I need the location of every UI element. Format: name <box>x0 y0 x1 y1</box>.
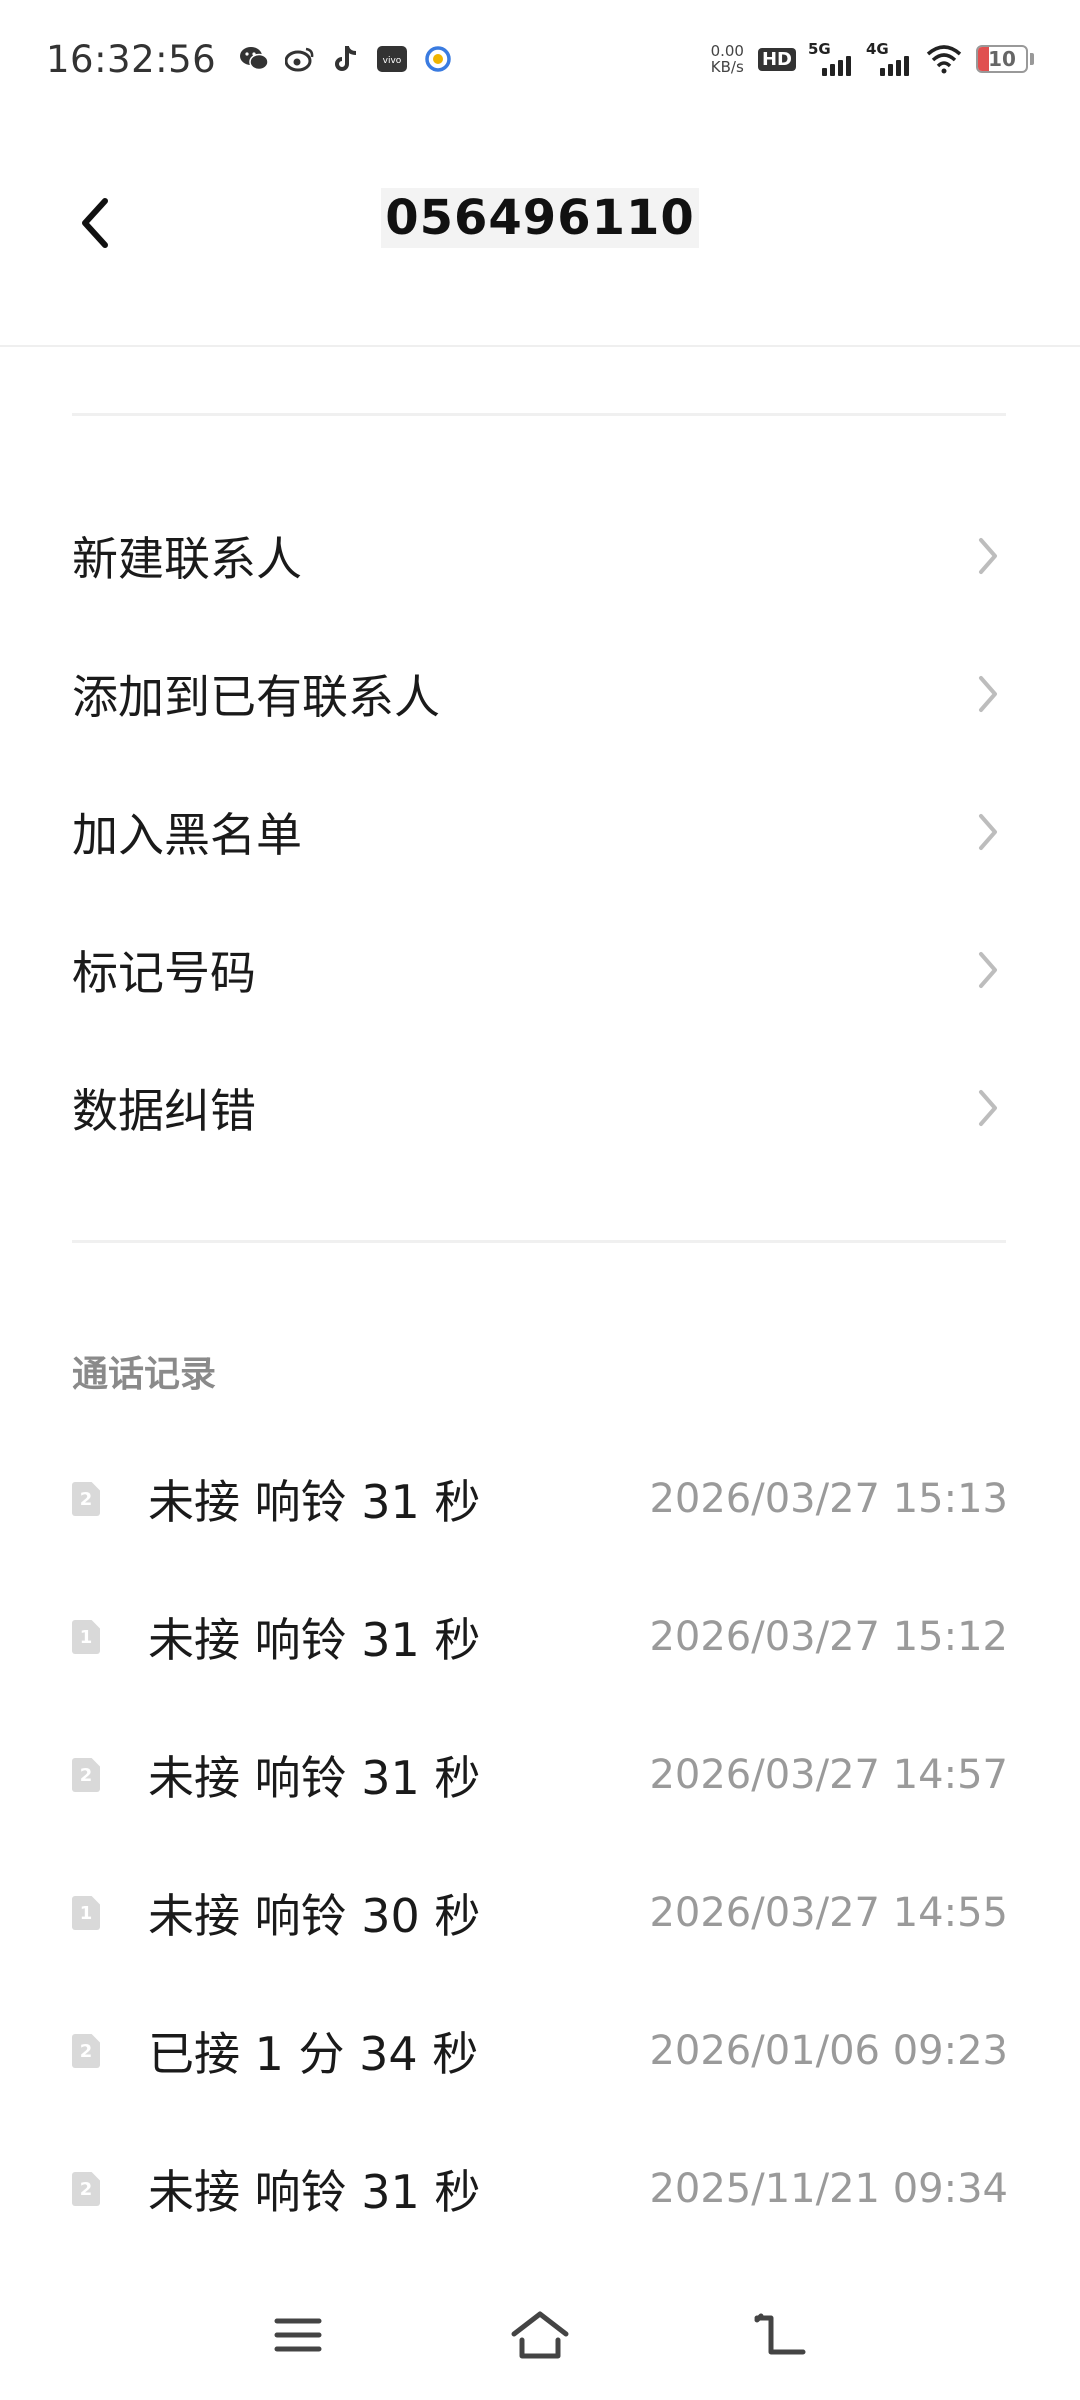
tiktok-icon <box>330 43 362 75</box>
menu-item-blacklist[interactable]: 加入黑名单 <box>0 763 1080 901</box>
header-divider <box>0 345 1080 347</box>
sim-slot: 2 <box>79 1488 93 1510</box>
call-time: 2026/01/06 09:23 <box>649 2028 1008 2074</box>
chevron-right-icon <box>968 812 1008 852</box>
status-time: 16:32:56 <box>46 37 217 81</box>
menu-item-new-contact[interactable]: 新建联系人 <box>0 487 1080 625</box>
chevron-right-icon <box>968 536 1008 576</box>
call-description: 已接 1 分 34 秒 <box>148 2027 479 2081</box>
battery-tip <box>1030 53 1034 65</box>
menu-item-add-to-existing[interactable]: 添加到已有联系人 <box>0 625 1080 763</box>
sim-slot: 1 <box>79 1626 93 1648</box>
hd-voice-badge: HD <box>757 47 796 71</box>
sim1-network-label: 5G <box>808 40 831 58</box>
call-time: 2026/03/27 15:12 <box>649 1614 1008 1660</box>
sim-card-icon: 2 <box>72 1482 100 1516</box>
sim-slot: 2 <box>79 2178 93 2200</box>
sim-card-icon: 1 <box>72 1896 100 1930</box>
menu-divider <box>72 1240 1006 1243</box>
menu-item-label: 添加到已有联系人 <box>72 670 440 724</box>
call-time: 2025/11/21 09:34 <box>649 2166 1008 2212</box>
header: 056496110 <box>0 118 1080 346</box>
call-log-row[interactable]: 1 未接 响铃 31 秒 2026/03/27 15:12 <box>0 1568 1080 1706</box>
vivo-icon: vivo <box>376 43 408 75</box>
call-log-list: 2 未接 响铃 31 秒 2026/03/27 15:13 1 未接 响铃 31… <box>0 1430 1080 2258</box>
system-icons: 0.00 KB/s HD 5G 4G 10 <box>711 40 1034 76</box>
status-bar: 16:32:56 vivo 0.00 KB/s HD 5G 4G 10 <box>0 0 1080 118</box>
menu-button[interactable] <box>258 2295 338 2375</box>
chevron-right-icon <box>968 1088 1008 1128</box>
call-description: 未接 响铃 31 秒 <box>148 2165 481 2219</box>
sim2-network-label: 4G <box>866 40 889 58</box>
menu-item-label: 新建联系人 <box>72 532 302 586</box>
call-description: 未接 响铃 30 秒 <box>148 1889 481 1943</box>
menu-item-label: 数据纠错 <box>72 1084 256 1138</box>
menu-item-data-correction[interactable]: 数据纠错 <box>0 1039 1080 1177</box>
menu-icon <box>274 2318 322 2352</box>
top-divider <box>72 413 1006 416</box>
menu-item-label: 加入黑名单 <box>72 808 302 862</box>
sim-card-icon: 2 <box>72 2172 100 2206</box>
chevron-right-icon <box>968 950 1008 990</box>
notification-icons: vivo <box>238 43 454 75</box>
back-nav-button[interactable] <box>740 2295 820 2375</box>
sim-slot: 2 <box>79 2040 93 2062</box>
call-log-row[interactable]: 1 未接 响铃 30 秒 2026/03/27 14:55 <box>0 1844 1080 1982</box>
chevron-right-icon <box>968 674 1008 714</box>
svg-text:vivo: vivo <box>383 56 402 66</box>
net-speed-unit: KB/s <box>710 58 744 76</box>
page-title: 056496110 <box>0 188 1080 248</box>
weibo-icon <box>284 43 316 75</box>
menu-item-label: 标记号码 <box>72 946 256 1000</box>
call-description: 未接 响铃 31 秒 <box>148 1613 481 1667</box>
call-description: 未接 响铃 31 秒 <box>148 1751 481 1805</box>
phone-number: 056496110 <box>381 188 699 248</box>
call-log-row[interactable]: 2 未接 响铃 31 秒 2026/03/27 14:57 <box>0 1706 1080 1844</box>
sim-card-icon: 2 <box>72 2034 100 2068</box>
home-icon <box>511 2311 569 2359</box>
wechat-icon <box>238 43 270 75</box>
sim1-signal-icon: 5G <box>808 40 854 76</box>
net-speed: 0.00 KB/s <box>711 43 744 75</box>
call-time: 2026/03/27 15:13 <box>649 1476 1008 1522</box>
sim2-signal-icon: 4G <box>866 40 912 76</box>
sim-card-icon: 2 <box>72 1758 100 1792</box>
browser-icon <box>422 43 454 75</box>
navigation-bar <box>0 2270 1080 2400</box>
battery-icon: 10 <box>976 45 1028 73</box>
call-time: 2026/03/27 14:57 <box>649 1752 1008 1798</box>
call-log-row[interactable]: 2 未接 响铃 31 秒 2025/11/21 09:34 <box>0 2120 1080 2258</box>
sim-slot: 1 <box>79 1902 93 1924</box>
call-time: 2026/03/27 14:55 <box>649 1890 1008 1936</box>
battery-level: 10 <box>988 47 1016 71</box>
call-description: 未接 响铃 31 秒 <box>148 1475 481 1529</box>
call-log-row[interactable]: 2 未接 响铃 31 秒 2026/03/27 15:13 <box>0 1430 1080 1568</box>
call-log-row[interactable]: 2 已接 1 分 34 秒 2026/01/06 09:23 <box>0 1982 1080 2120</box>
action-menu: 新建联系人 添加到已有联系人 加入黑名单 标记号码 数据纠错 <box>0 487 1080 1177</box>
back-icon <box>754 2313 806 2355</box>
net-speed-value: 0.00 <box>710 42 744 60</box>
home-button[interactable] <box>500 2295 580 2375</box>
menu-item-mark-number[interactable]: 标记号码 <box>0 901 1080 1039</box>
sim-slot: 2 <box>79 1764 93 1786</box>
wifi-icon <box>926 44 962 74</box>
sim-card-icon: 1 <box>72 1620 100 1654</box>
call-log-title: 通话记录 <box>72 1354 217 1395</box>
